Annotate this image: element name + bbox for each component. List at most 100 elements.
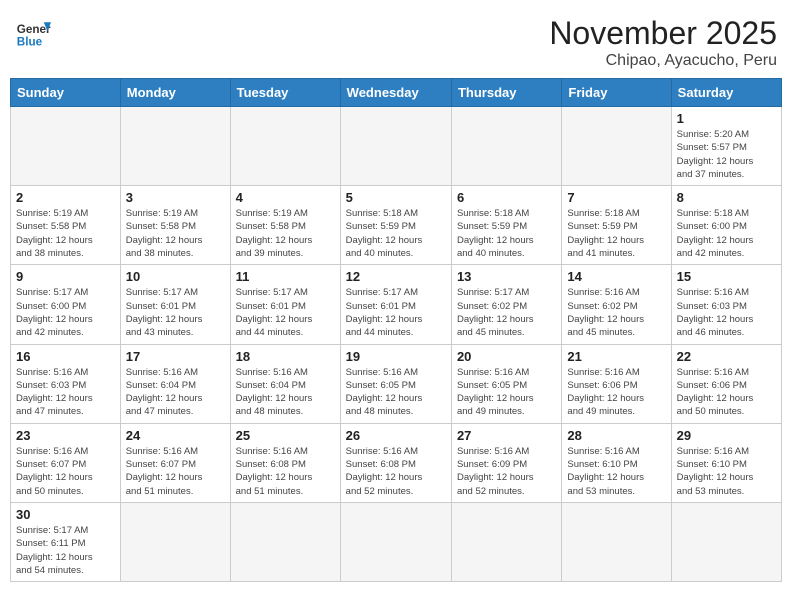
day-number: 11 (236, 269, 335, 284)
day-number: 28 (567, 428, 665, 443)
calendar-cell-w1-d4: 6Sunrise: 5:18 AMSunset: 5:59 PMDaylight… (451, 186, 561, 265)
calendar-week-4: 23Sunrise: 5:16 AMSunset: 6:07 PMDayligh… (11, 423, 782, 502)
day-number: 16 (16, 349, 115, 364)
day-info: Sunrise: 5:16 AMSunset: 6:10 PMDaylight:… (567, 445, 665, 498)
calendar-cell-w2-d0: 9Sunrise: 5:17 AMSunset: 6:00 PMDaylight… (11, 265, 121, 344)
day-number: 29 (677, 428, 776, 443)
calendar-cell-w5-d1 (120, 502, 230, 581)
calendar-cell-w0-d1 (120, 107, 230, 186)
day-info: Sunrise: 5:16 AMSunset: 6:03 PMDaylight:… (16, 366, 115, 419)
calendar-week-5: 30Sunrise: 5:17 AMSunset: 6:11 PMDayligh… (11, 502, 782, 581)
page-header: General Blue November 2025 Chipao, Ayacu… (10, 10, 782, 70)
day-number: 1 (677, 111, 776, 126)
day-info: Sunrise: 5:18 AMSunset: 6:00 PMDaylight:… (677, 207, 776, 260)
day-number: 2 (16, 190, 115, 205)
day-info: Sunrise: 5:16 AMSunset: 6:07 PMDaylight:… (126, 445, 225, 498)
col-sunday: Sunday (11, 79, 121, 107)
calendar-cell-w1-d5: 7 Sunrise: 5:18 AMSunset: 5:59 PMDaylight… (562, 186, 671, 265)
calendar-cell-w2-d3: 12Sunrise: 5:17 AMSunset: 6:01 PMDayligh… (340, 265, 451, 344)
day-number: 3 (126, 190, 225, 205)
day-number: 4 (236, 190, 335, 205)
day-number: 30 (16, 507, 115, 522)
calendar-cell-w3-d1: 17Sunrise: 5:16 AMSunset: 6:04 PMDayligh… (120, 344, 230, 423)
day-number: 20 (457, 349, 556, 364)
calendar-cell-w4-d4: 27 Sunrise: 5:16 AMSunset: 6:09 PMDayligh… (451, 423, 561, 502)
calendar-cell-w5-d0: 30Sunrise: 5:17 AMSunset: 6:11 PMDayligh… (11, 502, 121, 581)
day-info: Sunrise: 5:16 AMSunset: 6:04 PMDaylight:… (236, 366, 335, 419)
day-number: 26 (346, 428, 446, 443)
calendar-cell-w0-d3 (340, 107, 451, 186)
calendar-cell-w2-d4: 13Sunrise: 5:17 AMSunset: 6:02 PMDayligh… (451, 265, 561, 344)
calendar-cell-w1-d0: 2Sunrise: 5:19 AMSunset: 5:58 PMDaylight… (11, 186, 121, 265)
calendar-header-row: Sunday Monday Tuesday Wednesday Thursday… (11, 79, 782, 107)
logo-icon: General Blue (15, 15, 51, 51)
col-friday: Friday (562, 79, 671, 107)
calendar-cell-w5-d5 (562, 502, 671, 581)
calendar-cell-w2-d6: 15Sunrise: 5:16 AMSunset: 6:03 PMDayligh… (671, 265, 781, 344)
calendar-month-title: November 2025 (549, 15, 777, 52)
calendar-cell-w0-d2 (230, 107, 340, 186)
day-info: Sunrise: 5:16 AMSunset: 6:08 PMDaylight:… (346, 445, 446, 498)
logo: General Blue (15, 15, 51, 51)
calendar-cell-w2-d5: 14 Sunrise: 5:16 AMSunset: 6:02 PMDayligh… (562, 265, 671, 344)
col-wednesday: Wednesday (340, 79, 451, 107)
calendar-week-2: 9Sunrise: 5:17 AMSunset: 6:00 PMDaylight… (11, 265, 782, 344)
day-number: 8 (677, 190, 776, 205)
day-info: Sunrise: 5:16 AMSunset: 6:06 PMDaylight:… (567, 366, 665, 419)
day-info: Sunrise: 5:16 AMSunset: 6:03 PMDaylight:… (677, 286, 776, 339)
day-number: 24 (126, 428, 225, 443)
day-number: 21 (567, 349, 665, 364)
day-number: 25 (236, 428, 335, 443)
day-info: Sunrise: 5:17 AMSunset: 6:01 PMDaylight:… (346, 286, 446, 339)
calendar-cell-w5-d6 (671, 502, 781, 581)
day-info: Sunrise: 5:17 AMSunset: 6:02 PMDaylight:… (457, 286, 556, 339)
calendar-cell-w2-d2: 11 Sunrise: 5:17 AMSunset: 6:01 PMDayligh… (230, 265, 340, 344)
calendar-cell-w4-d3: 26 Sunrise: 5:16 AMSunset: 6:08 PMDayligh… (340, 423, 451, 502)
calendar-cell-w5-d2 (230, 502, 340, 581)
day-info: Sunrise: 5:20 AMSunset: 5:57 PMDaylight:… (677, 128, 776, 181)
day-info: Sunrise: 5:16 AMSunset: 6:10 PMDaylight:… (677, 445, 776, 498)
day-info: Sunrise: 5:18 AMSunset: 5:59 PMDaylight:… (457, 207, 556, 260)
calendar-cell-w0-d0 (11, 107, 121, 186)
day-number: 7 (567, 190, 665, 205)
calendar-cell-w4-d2: 25 Sunrise: 5:16 AMSunset: 6:08 PMDayligh… (230, 423, 340, 502)
calendar-week-3: 16 Sunrise: 5:16 AMSunset: 6:03 PMDayligh… (11, 344, 782, 423)
day-info: Sunrise: 5:16 AMSunset: 6:04 PMDaylight:… (126, 366, 225, 419)
day-info: Sunrise: 5:17 AMSunset: 6:01 PMDaylight:… (236, 286, 335, 339)
col-monday: Monday (120, 79, 230, 107)
day-info: Sunrise: 5:16 AMSunset: 6:08 PMDaylight:… (236, 445, 335, 498)
day-number: 27 (457, 428, 556, 443)
day-info: Sunrise: 5:16 AMSunset: 6:05 PMDaylight:… (457, 366, 556, 419)
day-info: Sunrise: 5:19 AMSunset: 5:58 PMDaylight:… (236, 207, 335, 260)
day-number: 9 (16, 269, 115, 284)
day-number: 14 (567, 269, 665, 284)
day-info: Sunrise: 5:16 AMSunset: 6:07 PMDaylight:… (16, 445, 115, 498)
day-info: Sunrise: 5:18 AMSunset: 5:59 PMDaylight:… (567, 207, 665, 260)
calendar-cell-w5-d4 (451, 502, 561, 581)
calendar-cell-w0-d4 (451, 107, 561, 186)
calendar-cell-w4-d1: 24 Sunrise: 5:16 AMSunset: 6:07 PMDayligh… (120, 423, 230, 502)
calendar-cell-w4-d6: 29 Sunrise: 5:16 AMSunset: 6:10 PMDayligh… (671, 423, 781, 502)
calendar-cell-w1-d2: 4 Sunrise: 5:19 AMSunset: 5:58 PMDaylight… (230, 186, 340, 265)
day-number: 18 (236, 349, 335, 364)
calendar-cell-w4-d5: 28 Sunrise: 5:16 AMSunset: 6:10 PMDayligh… (562, 423, 671, 502)
calendar-cell-w3-d5: 21 Sunrise: 5:16 AMSunset: 6:06 PMDayligh… (562, 344, 671, 423)
calendar-cell-w2-d1: 10Sunrise: 5:17 AMSunset: 6:01 PMDayligh… (120, 265, 230, 344)
calendar-cell-w3-d2: 18 Sunrise: 5:16 AMSunset: 6:04 PMDayligh… (230, 344, 340, 423)
col-tuesday: Tuesday (230, 79, 340, 107)
day-info: Sunrise: 5:16 AMSunset: 6:06 PMDaylight:… (677, 366, 776, 419)
svg-text:Blue: Blue (17, 36, 43, 49)
calendar-cell-w0-d6: 1 Sunrise: 5:20 AMSunset: 5:57 PMDaylight… (671, 107, 781, 186)
calendar-cell-w3-d0: 16 Sunrise: 5:16 AMSunset: 6:03 PMDayligh… (11, 344, 121, 423)
day-info: Sunrise: 5:19 AMSunset: 5:58 PMDaylight:… (126, 207, 225, 260)
calendar-cell-w1-d1: 3 Sunrise: 5:19 AMSunset: 5:58 PMDaylight… (120, 186, 230, 265)
day-number: 19 (346, 349, 446, 364)
calendar-cell-w3-d3: 19Sunrise: 5:16 AMSunset: 6:05 PMDayligh… (340, 344, 451, 423)
day-number: 22 (677, 349, 776, 364)
col-thursday: Thursday (451, 79, 561, 107)
calendar-cell-w3-d6: 22 Sunrise: 5:16 AMSunset: 6:06 PMDayligh… (671, 344, 781, 423)
calendar-table: Sunday Monday Tuesday Wednesday Thursday… (10, 78, 782, 582)
calendar-cell-w1-d3: 5Sunrise: 5:18 AMSunset: 5:59 PMDaylight… (340, 186, 451, 265)
day-info: Sunrise: 5:16 AMSunset: 6:09 PMDaylight:… (457, 445, 556, 498)
day-info: Sunrise: 5:16 AMSunset: 6:02 PMDaylight:… (567, 286, 665, 339)
